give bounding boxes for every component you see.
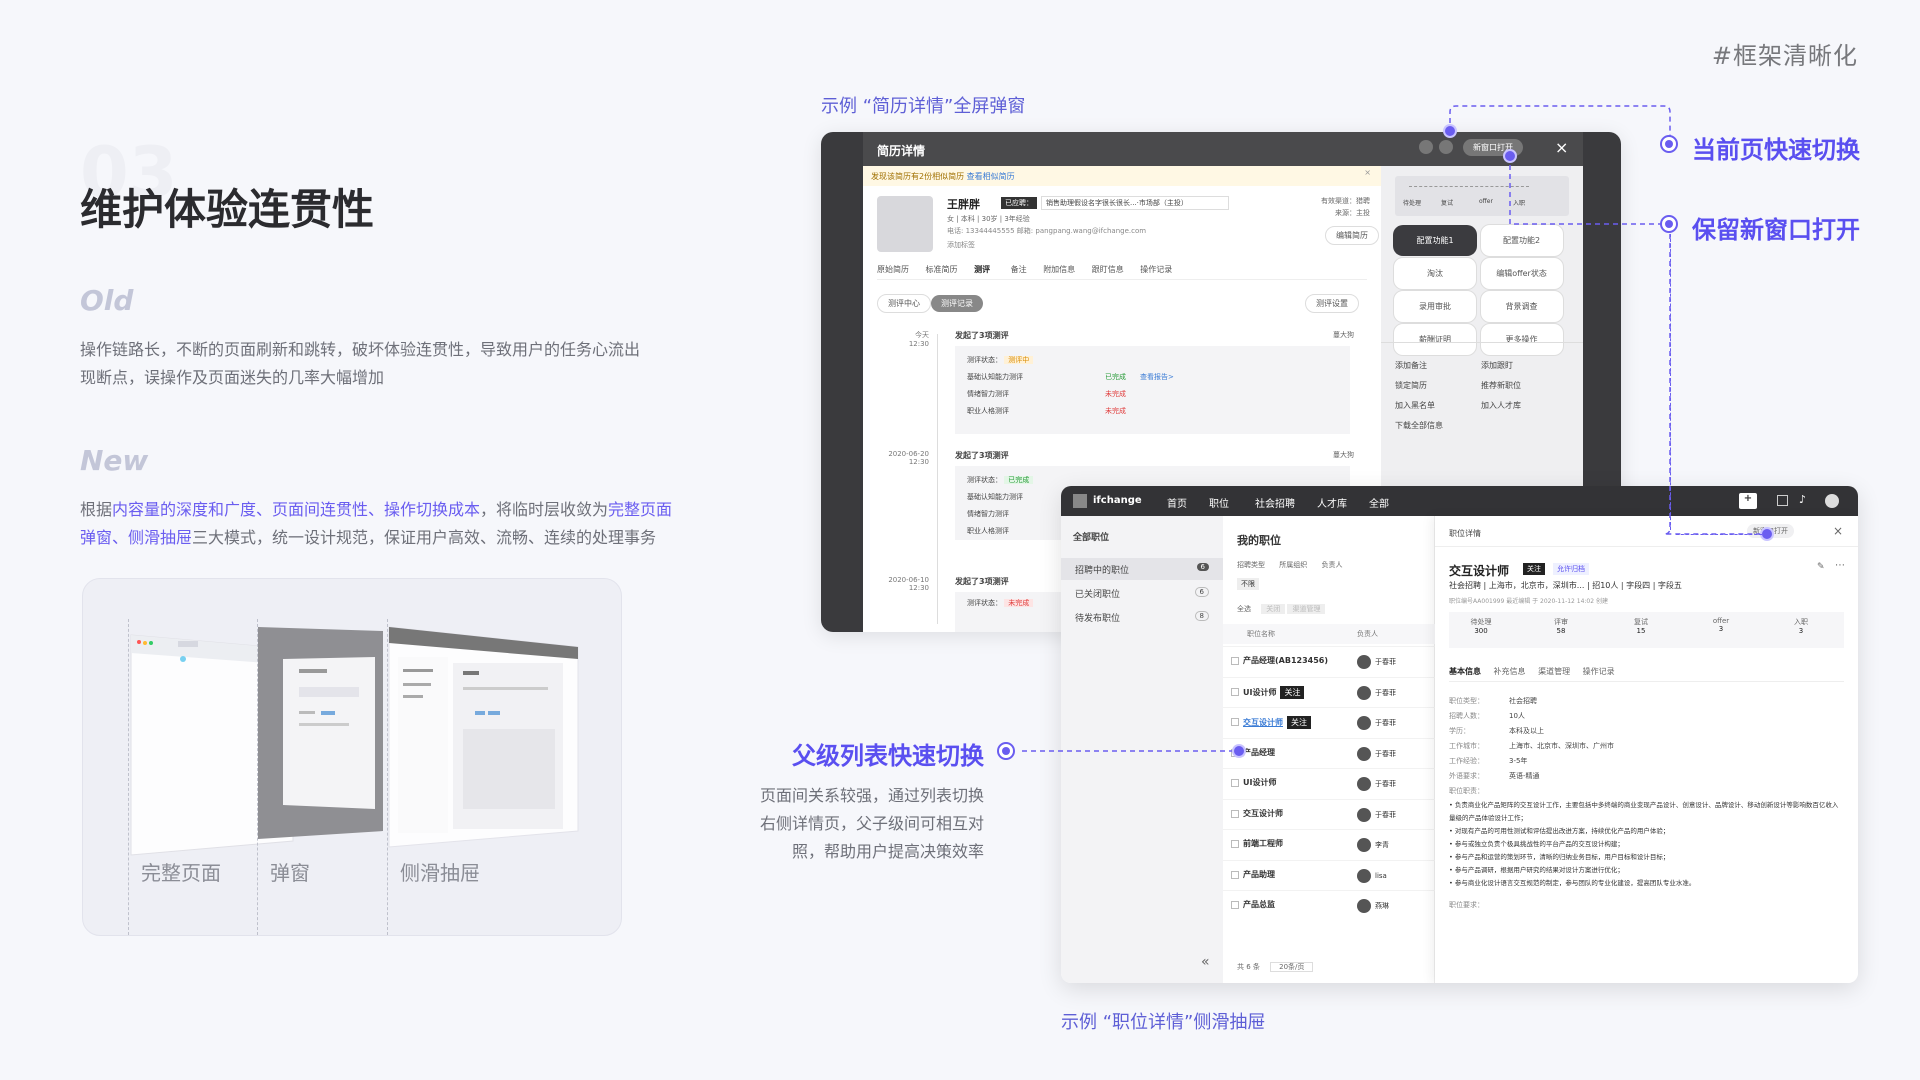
connector-dot	[1443, 124, 1457, 138]
connector-dot	[1760, 527, 1774, 541]
callout-new-window: 保留新窗口打开	[1692, 216, 1860, 244]
connector-line	[1676, 534, 1762, 535]
callout-marker	[1660, 135, 1678, 153]
callout-parent-list: 父级列表快速切换	[792, 742, 984, 770]
connector-dot	[1232, 744, 1246, 758]
callout-connector-drawer	[0, 0, 1920, 1080]
connector-dot	[1503, 149, 1517, 163]
callout-marker	[1660, 215, 1678, 233]
callout-marker	[997, 742, 1015, 760]
callout-quick-switch: 当前页快速切换	[1692, 136, 1860, 164]
connector-line	[1670, 234, 1671, 530]
callout-parent-desc: 页面间关系较强，通过列表切换 右侧详情页，父子级间可相互对 照，帮助用户提高决策…	[759, 786, 984, 861]
